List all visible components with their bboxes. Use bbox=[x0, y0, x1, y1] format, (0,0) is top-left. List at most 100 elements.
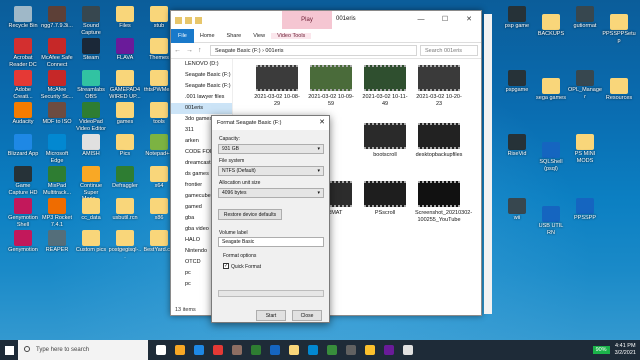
start-button[interactable]: Start bbox=[256, 310, 286, 321]
desktop-icon[interactable]: Steam bbox=[74, 38, 108, 62]
desktop-icon[interactable]: pspgame bbox=[500, 70, 534, 94]
save-icon[interactable] bbox=[185, 16, 192, 24]
taskbar-search-input[interactable]: Type here to search bbox=[18, 340, 148, 360]
desktop-icon[interactable]: PPSSPP bbox=[568, 198, 602, 222]
file-item[interactable]: desktopbackupfiles bbox=[415, 123, 463, 159]
taskbar-app-icon[interactable] bbox=[327, 345, 337, 355]
tab-file[interactable]: File bbox=[171, 28, 194, 43]
address-path[interactable]: Seagate Basic (F:) › 001eris bbox=[210, 45, 417, 56]
battery-indicator[interactable]: 90% bbox=[592, 346, 610, 354]
desktop-icon[interactable]: USB UTIL RN bbox=[534, 206, 568, 236]
desktop-icon[interactable]: psp game bbox=[500, 6, 534, 30]
nav-item[interactable]: LENOVO (D:) bbox=[171, 59, 232, 70]
volume-label-input[interactable]: Seagate Basic bbox=[218, 237, 324, 247]
start-button[interactable] bbox=[0, 340, 18, 360]
desktop-icon[interactable]: McAfee Security Sc... bbox=[40, 70, 74, 100]
desktop-icon[interactable]: ngg7.7.9.3i... bbox=[40, 6, 74, 30]
desktop-icon[interactable]: gutiormat bbox=[568, 6, 602, 30]
desktop-icon[interactable]: MixPad Multitrack... bbox=[40, 166, 74, 196]
taskbar-app-icon[interactable] bbox=[194, 345, 204, 355]
nav-item[interactable]: .001 lawyer files bbox=[171, 92, 232, 103]
desktop-icon[interactable]: cc_data bbox=[74, 198, 108, 222]
desktop-icon[interactable]: Game Capture HD bbox=[6, 166, 40, 196]
minimize-icon[interactable]: — bbox=[409, 11, 433, 29]
explorer-search-input[interactable]: Search 001eris bbox=[420, 45, 478, 56]
desktop-icon[interactable]: McAfee Safe Connect bbox=[40, 38, 74, 68]
taskbar-app-icon[interactable] bbox=[346, 345, 356, 355]
tab-share[interactable]: Share bbox=[221, 33, 248, 39]
close-button[interactable]: Close bbox=[292, 310, 322, 321]
taskbar-app-icon[interactable] bbox=[156, 345, 166, 355]
desktop-icon[interactable]: postgegisql-... bbox=[108, 230, 142, 260]
desktop-icon[interactable]: Sound Capture bbox=[74, 6, 108, 36]
taskbar-app-icon[interactable] bbox=[384, 345, 394, 355]
desktop-icon[interactable]: Files bbox=[108, 6, 142, 30]
taskbar-app-icon[interactable] bbox=[365, 345, 375, 355]
close-icon[interactable]: ✕ bbox=[319, 116, 325, 130]
tab-view[interactable]: View bbox=[247, 33, 271, 39]
desktop-icon[interactable]: Microsoft Edge bbox=[40, 134, 74, 164]
play-contextual-tab[interactable]: Play bbox=[282, 11, 332, 29]
desktop-icon[interactable]: Blizzard App bbox=[6, 134, 40, 158]
desktop-icon[interactable]: VideoPad Video Editor bbox=[74, 102, 108, 132]
desktop-icon[interactable]: Defraggler bbox=[108, 166, 142, 190]
format-dialog[interactable]: Format Seagate Basic (F:) ✕ Capacity: 93… bbox=[211, 115, 330, 323]
file-item[interactable]: PSscroll bbox=[361, 181, 409, 217]
nav-item[interactable]: 001eris bbox=[171, 103, 232, 114]
file-item[interactable]: 2021-03-02 10-11-49 bbox=[361, 65, 409, 107]
taskbar-app-icon[interactable] bbox=[308, 345, 318, 355]
close-icon[interactable]: ✕ bbox=[457, 11, 481, 29]
tab-home[interactable]: Home bbox=[194, 33, 221, 39]
desktop-icon[interactable]: usbutil.rcn bbox=[108, 198, 142, 222]
desktop-icon[interactable]: OPL_Manager bbox=[568, 70, 602, 100]
taskbar-app-icon[interactable] bbox=[289, 345, 299, 355]
forward-arrow-icon[interactable]: → bbox=[186, 47, 195, 54]
taskbar-app-icon[interactable] bbox=[175, 345, 185, 355]
filesystem-select[interactable]: NTFS (Default) ▾ bbox=[218, 166, 324, 176]
file-item[interactable]: Screenshot_20210302-100255_YouTube bbox=[415, 181, 472, 223]
desktop-icon[interactable]: Resources bbox=[602, 78, 636, 102]
desktop-icon[interactable]: Genymotion bbox=[6, 230, 40, 254]
desktop-icon[interactable]: wii bbox=[500, 198, 534, 222]
desktop-icon[interactable]: Recycle Bin bbox=[6, 6, 40, 30]
restore-defaults-button[interactable]: Restore device defaults bbox=[218, 209, 282, 220]
desktop-icon[interactable]: AMISH bbox=[74, 134, 108, 158]
taskbar-app-icon[interactable] bbox=[403, 345, 413, 355]
desktop-icon[interactable]: Adobe Creati... bbox=[6, 70, 40, 100]
desktop-icon[interactable]: MDF to ISO bbox=[40, 102, 74, 126]
clock[interactable]: 4:41 PM 3/2/2021 bbox=[615, 343, 636, 357]
nav-item[interactable]: Seagate Basic (F:) bbox=[171, 81, 232, 92]
desktop-icon[interactable]: SQLShell (psql) bbox=[534, 142, 568, 172]
tab-video-tools[interactable]: Video Tools bbox=[271, 32, 312, 39]
desktop-icon[interactable]: MP3 Rocket 7.4.1 bbox=[40, 198, 74, 228]
folder-icon[interactable] bbox=[195, 16, 202, 24]
desktop-icon[interactable]: sega games bbox=[534, 78, 568, 102]
file-item[interactable]: bootscroll bbox=[361, 123, 409, 159]
desktop-icon[interactable]: Audacity bbox=[6, 102, 40, 126]
desktop-icon[interactable]: GAMEPAD4 WIRED UP... bbox=[108, 70, 142, 100]
desktop-icon[interactable]: games bbox=[108, 102, 142, 126]
up-arrow-icon[interactable]: ↑ bbox=[198, 47, 207, 54]
file-item[interactable]: 2021-03-02 10-08-29 bbox=[253, 65, 301, 107]
desktop-icon[interactable]: Custom pics bbox=[74, 230, 108, 254]
desktop-icon[interactable]: Genymotion Shell bbox=[6, 198, 40, 228]
desktop-icon[interactable]: PS MINI MODS bbox=[568, 134, 602, 164]
desktop-icon[interactable]: Streamlabs OBS bbox=[74, 70, 108, 100]
desktop-icon[interactable]: PPSSPPSetup bbox=[602, 14, 636, 44]
desktop-icon[interactable]: BACKUPS bbox=[534, 14, 568, 38]
desktop-icon[interactable]: Pics bbox=[108, 134, 142, 158]
quick-format-checkbox[interactable]: ✓ bbox=[223, 263, 229, 269]
file-item[interactable]: 2021-03-02 10-20-23 bbox=[415, 65, 463, 107]
desktop-icon[interactable]: FLAVA bbox=[108, 38, 142, 62]
explorer-titlebar[interactable]: Play 001eris — ☐ ✕ bbox=[171, 11, 481, 29]
desktop-icon[interactable]: Acrobat Reader DC bbox=[6, 38, 40, 68]
desktop-icon[interactable]: RiseVid bbox=[500, 134, 534, 158]
taskbar-app-icon[interactable] bbox=[251, 345, 261, 355]
maximize-icon[interactable]: ☐ bbox=[433, 11, 457, 29]
desktop-icon[interactable]: REAPER bbox=[40, 230, 74, 254]
taskbar-app-icon[interactable] bbox=[232, 345, 242, 355]
nav-item[interactable]: Seagate Basic (F:) bbox=[171, 70, 232, 81]
allocation-select[interactable]: 4096 bytes ▾ bbox=[218, 188, 324, 198]
back-arrow-icon[interactable]: ← bbox=[174, 47, 183, 54]
taskbar-app-icon[interactable] bbox=[270, 345, 280, 355]
